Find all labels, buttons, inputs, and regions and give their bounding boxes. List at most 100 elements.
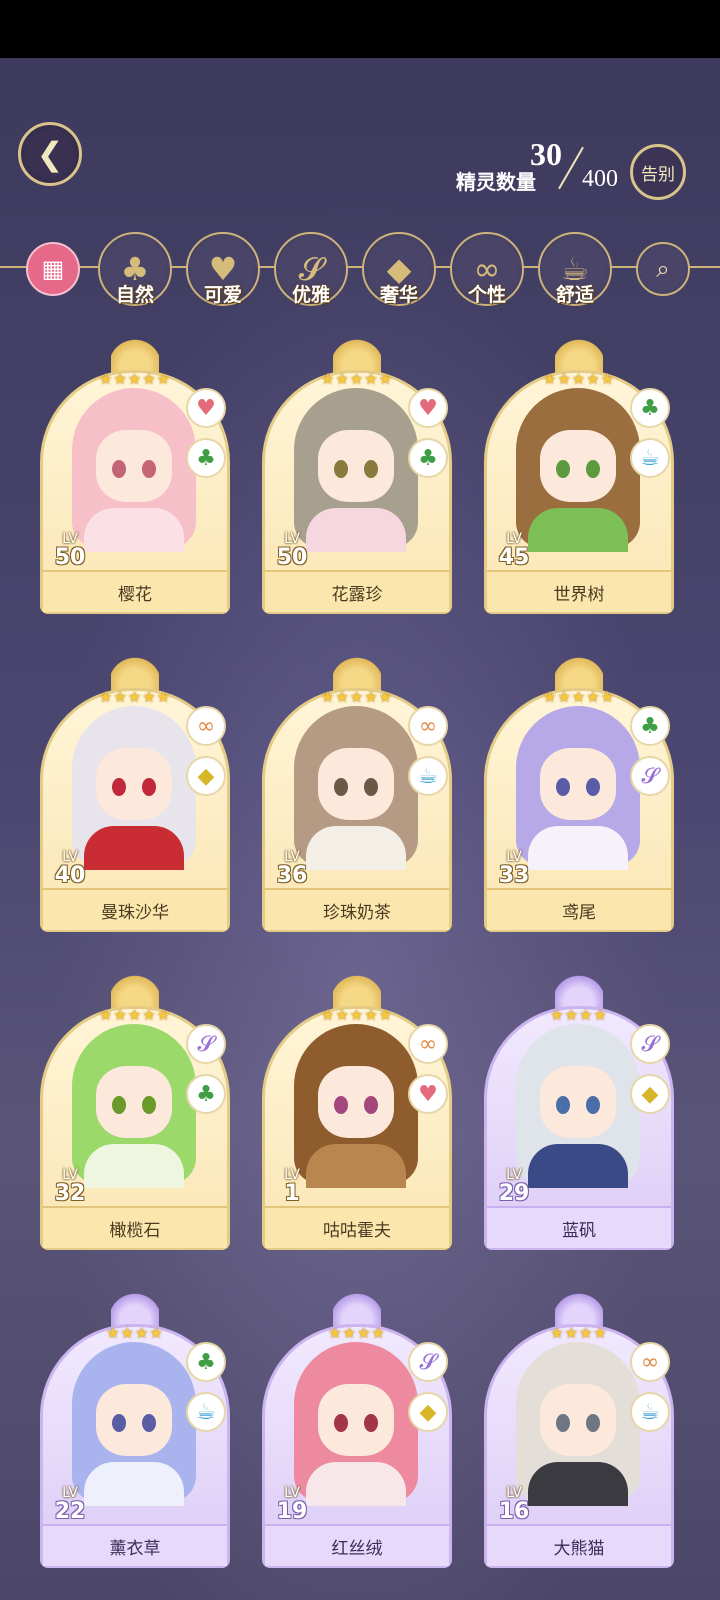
- character-portrait: [508, 1004, 648, 1188]
- spirit-card[interactable]: ★★★★★ ♣ 𝓢 LV 33 鸢尾: [484, 656, 674, 932]
- portrait-face: [96, 748, 172, 820]
- level-badge: LV 32: [50, 1168, 90, 1206]
- trait-badge: ◆: [186, 756, 226, 796]
- level-value: 40: [54, 863, 86, 888]
- level-label: LV: [62, 849, 78, 865]
- character-portrait: [286, 1004, 426, 1188]
- portrait-eye: [334, 778, 348, 796]
- level-label: LV: [506, 1485, 522, 1501]
- level-badge: LV 50: [272, 532, 312, 570]
- teacup-icon: ☕: [196, 1399, 216, 1425]
- back-button[interactable]: ❮: [18, 122, 82, 186]
- level-value: 19: [276, 1499, 308, 1524]
- trait-badge: ☕: [408, 756, 448, 796]
- star-rating: ★★★★: [550, 1324, 608, 1342]
- portrait-outfit: [84, 508, 184, 552]
- tab-cute[interactable]: ♥ 可爱: [186, 232, 260, 306]
- spirit-card[interactable]: ★★★★ ♣ ☕ LV 22 薰衣草: [40, 1292, 230, 1568]
- portrait-face: [318, 430, 394, 502]
- portrait-outfit: [528, 826, 628, 870]
- portrait-face: [540, 1066, 616, 1138]
- portrait-face: [96, 1384, 172, 1456]
- level-badge: LV 22: [50, 1486, 90, 1524]
- spirit-name: 大熊猫: [487, 1524, 671, 1566]
- character-portrait: [64, 1322, 204, 1506]
- portrait-outfit: [84, 1462, 184, 1506]
- star-rating: ★★★★★: [542, 370, 616, 388]
- swan-icon: 𝓢: [197, 1031, 215, 1057]
- spirit-card[interactable]: ★★★★★ 𝓢 ♣ LV 32 橄榄石: [40, 974, 230, 1250]
- portrait-outfit: [528, 1462, 628, 1506]
- spirit-card[interactable]: ★★★★ ∞ ☕ LV 16 大熊猫: [484, 1292, 674, 1568]
- portrait-face: [318, 1066, 394, 1138]
- clover-icon: ♣: [418, 445, 438, 471]
- level-label: LV: [284, 1485, 300, 1501]
- spirit-card[interactable]: ★★★★★ ♥ ♣ LV 50 樱花: [40, 338, 230, 614]
- spirit-card[interactable]: ★★★★ 𝓢 ◆ LV 29 蓝矾: [484, 974, 674, 1250]
- tab-elegant[interactable]: 𝓢 优雅: [274, 232, 348, 306]
- portrait-face: [96, 430, 172, 502]
- tab-all[interactable]: ▦: [16, 232, 90, 306]
- trait-badge: ♥: [408, 388, 448, 428]
- level-label: LV: [284, 849, 300, 865]
- spirit-card[interactable]: ★★★★★ ∞ ♥ LV 1 咕咕霍夫: [262, 974, 452, 1250]
- tab-comfort[interactable]: ☕ 舒适: [538, 232, 612, 306]
- spirit-card[interactable]: ★★★★★ ♥ ♣ LV 50 花露珍: [262, 338, 452, 614]
- spirit-count-label: 精灵数量: [456, 170, 536, 194]
- level-label: LV: [62, 531, 78, 547]
- spirit-card[interactable]: ★★★★ 𝓢 ◆ LV 19 红丝绒: [262, 1292, 452, 1568]
- tab-nature-label: 自然: [115, 284, 154, 306]
- level-value: 29: [498, 1181, 530, 1206]
- portrait-outfit: [84, 1144, 184, 1188]
- portrait-eye: [364, 778, 378, 796]
- level-badge: LV 1: [272, 1168, 312, 1206]
- spirit-card[interactable]: ★★★★★ ∞ ◆ LV 40 曼珠沙华: [40, 656, 230, 932]
- portrait-eye: [142, 1414, 156, 1432]
- level-label: LV: [62, 1485, 78, 1501]
- glasses-icon: ∞: [418, 713, 438, 739]
- level-label: LV: [284, 531, 300, 547]
- level-badge: LV 50: [50, 532, 90, 570]
- spirit-card[interactable]: ★★★★★ ♣ ☕ LV 45 世界树: [484, 338, 674, 614]
- character-portrait: [508, 686, 648, 870]
- tab-search[interactable]: ⌕: [626, 232, 700, 306]
- trait-badge: ♥: [186, 388, 226, 428]
- spirit-name: 薰衣草: [43, 1524, 227, 1566]
- spirit-card[interactable]: ★★★★★ ∞ ☕ LV 36 珍珠奶茶: [262, 656, 452, 932]
- level-value: 33: [498, 863, 530, 888]
- trait-badge: 𝓢: [630, 756, 670, 796]
- portrait-eye: [364, 460, 378, 478]
- farewell-button[interactable]: 告别: [630, 144, 686, 200]
- tab-nature[interactable]: ♣ 自然: [98, 232, 172, 306]
- trait-badge: ♣: [630, 706, 670, 746]
- tab-elegant-label: 优雅: [291, 284, 330, 306]
- portrait-outfit: [306, 1144, 406, 1188]
- character-portrait: [508, 368, 648, 552]
- level-value: 16: [498, 1499, 530, 1524]
- level-label: LV: [506, 849, 522, 865]
- portrait-eye: [364, 1096, 378, 1114]
- level-value: 22: [54, 1499, 86, 1524]
- portrait-eye: [112, 778, 126, 796]
- portrait-eye: [334, 1414, 348, 1432]
- trait-badge: ☕: [630, 1392, 670, 1432]
- clover-icon: ♣: [196, 1349, 216, 1375]
- trait-badge: ∞: [630, 1342, 670, 1382]
- tab-personality[interactable]: ∞ 个性: [450, 232, 524, 306]
- tab-comfort-label: 舒适: [555, 284, 594, 306]
- portrait-face: [540, 430, 616, 502]
- spirit-count-max: 400: [582, 166, 618, 192]
- star-rating: ★★★★★: [98, 688, 172, 706]
- teacup-icon: ☕: [418, 763, 438, 789]
- portrait-outfit: [306, 826, 406, 870]
- portrait-face: [540, 1384, 616, 1456]
- tab-luxury[interactable]: ◆ 奢华: [362, 232, 436, 306]
- trait-badge: ∞: [186, 706, 226, 746]
- spirit-name: 橄榄石: [43, 1206, 227, 1248]
- swan-icon: 𝓢: [419, 1349, 437, 1375]
- character-portrait: [64, 368, 204, 552]
- portrait-eye: [334, 1096, 348, 1114]
- trait-badge: ☕: [630, 438, 670, 478]
- portrait-eye: [142, 778, 156, 796]
- level-value: 45: [498, 545, 530, 570]
